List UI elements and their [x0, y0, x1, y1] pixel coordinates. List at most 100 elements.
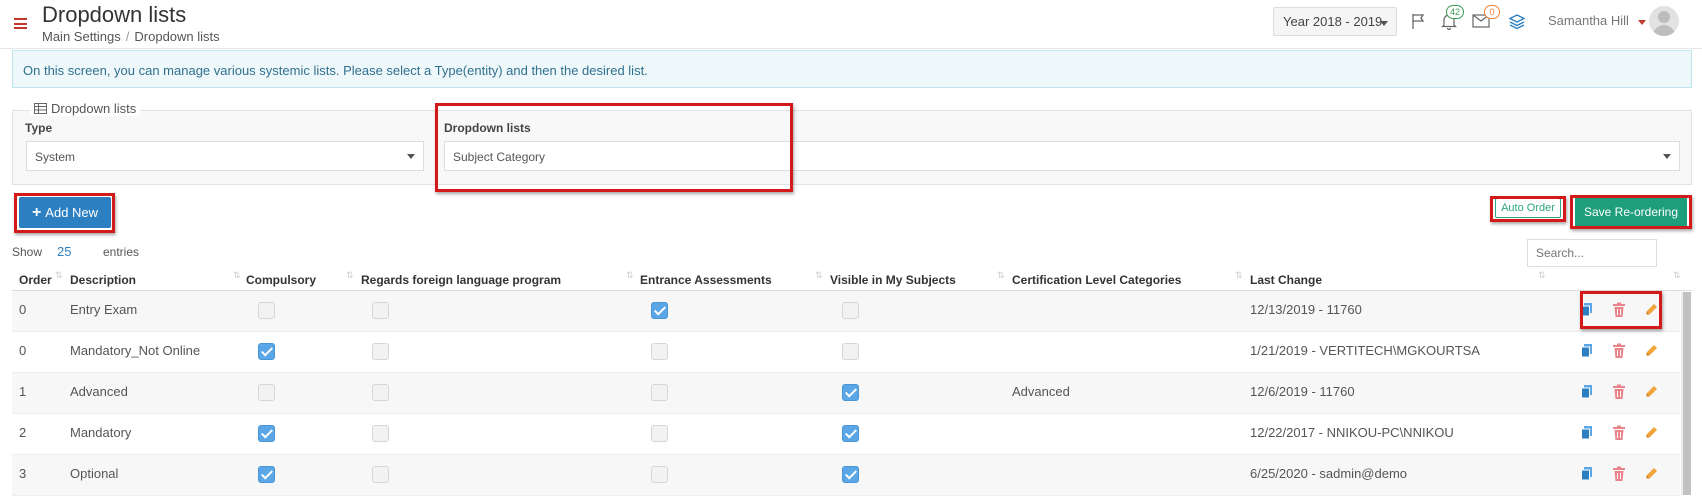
menu-toggle-icon[interactable] [14, 18, 27, 29]
checkbox-compulsory[interactable] [258, 384, 275, 401]
cell-last-change: 12/13/2019 - 11760 [1250, 302, 1362, 317]
user-name[interactable]: Samantha Hill [1548, 13, 1629, 28]
cell-description: Advanced [70, 384, 128, 399]
cell-order: 1 [19, 384, 27, 399]
cell-last-change: 12/22/2017 - NNIKOU-PC\NNIKOU [1250, 425, 1454, 440]
edit-icon[interactable] [1644, 302, 1658, 318]
sort-icon[interactable]: ⇅ [1235, 270, 1242, 281]
auto-order-button[interactable]: Auto Order [1495, 198, 1561, 218]
table-scrollbar[interactable] [1681, 292, 1691, 495]
search-input[interactable] [1527, 239, 1657, 267]
year-select[interactable]: Year 2018 - 2019 [1273, 7, 1397, 36]
column-header-compulsory[interactable]: Compulsory [246, 273, 316, 287]
checkbox-entrance[interactable] [651, 343, 668, 360]
sort-icon[interactable]: ⇅ [1538, 270, 1545, 281]
delete-icon[interactable] [1612, 466, 1626, 482]
cell-description: Entry Exam [70, 302, 138, 317]
checkbox-compulsory[interactable] [258, 302, 275, 319]
checkbox-foreign[interactable] [372, 466, 389, 483]
chevron-down-icon [407, 154, 415, 159]
table-row[interactable]: 3 Optional 6/25/2020 - sadmin@demo [12, 455, 1680, 496]
add-new-button[interactable]: + Add New [19, 197, 111, 228]
table-row[interactable]: 0 Entry Exam 12/13/2019 - 11760 [12, 291, 1680, 332]
breadcrumb: Main Settings / Dropdown lists [42, 29, 220, 44]
dropdown-list-select-value: Subject Category [453, 150, 546, 164]
delete-icon[interactable] [1612, 302, 1626, 318]
sort-icon[interactable]: ⇅ [626, 270, 633, 281]
cell-order: 2 [19, 425, 27, 440]
sort-icon[interactable]: ⇅ [55, 270, 62, 281]
checkbox-visible[interactable] [842, 343, 859, 360]
entries-label: entries [103, 245, 140, 259]
layers-icon[interactable] [1508, 12, 1526, 33]
cell-order: 0 [19, 302, 27, 317]
year-select-value: Year 2018 - 2019 [1283, 14, 1383, 29]
cell-last-change: 1/21/2019 - VERTITECH\MGKOURTSA [1250, 343, 1480, 358]
dropdown-list-select[interactable]: Subject Category [444, 141, 1680, 171]
show-label: Show [12, 245, 43, 259]
info-alert: On this screen, you can manage various s… [12, 50, 1692, 88]
page-size-select[interactable]: 25 [57, 244, 71, 259]
copy-icon[interactable] [1580, 384, 1594, 400]
copy-icon[interactable] [1580, 302, 1594, 318]
cell-description: Optional [70, 466, 119, 481]
plus-icon: + [31, 203, 42, 221]
column-header-description[interactable]: Description [70, 273, 136, 287]
checkbox-compulsory[interactable] [258, 425, 275, 442]
filter-legend: Dropdown lists [30, 101, 141, 116]
add-new-label: Add New [45, 205, 99, 220]
dropdown-list-label: Dropdown lists [444, 121, 531, 135]
checkbox-visible[interactable] [842, 466, 859, 483]
cell-description: Mandatory [70, 425, 132, 440]
checkbox-entrance[interactable] [651, 302, 668, 319]
checkbox-foreign[interactable] [372, 425, 389, 442]
column-header-last-change[interactable]: Last Change [1250, 273, 1322, 287]
breadcrumb-main-settings[interactable]: Main Settings [42, 29, 121, 44]
checkbox-compulsory[interactable] [258, 343, 275, 360]
column-header-certification-level[interactable]: Certification Level Categories [1012, 273, 1181, 287]
edit-icon[interactable] [1644, 425, 1658, 441]
edit-icon[interactable] [1644, 343, 1658, 359]
avatar[interactable] [1649, 6, 1679, 36]
edit-icon[interactable] [1644, 384, 1658, 400]
cell-last-change: 6/25/2020 - sadmin@demo [1250, 466, 1408, 481]
checkbox-entrance[interactable] [651, 384, 668, 401]
checkbox-foreign[interactable] [372, 384, 389, 401]
table-row[interactable]: 0 Mandatory_Not Online 1/21/2019 - VERTITE… [12, 332, 1680, 373]
checkbox-compulsory[interactable] [258, 466, 275, 483]
sort-icon[interactable]: ⇅ [815, 270, 822, 281]
type-select[interactable]: System [26, 141, 424, 171]
chevron-down-icon [1380, 21, 1388, 26]
sort-icon[interactable]: ⇅ [346, 270, 353, 281]
column-header-entrance-assessments[interactable]: Entrance Assessments [640, 273, 772, 287]
save-reordering-button[interactable]: Save Re-ordering [1575, 197, 1687, 227]
delete-icon[interactable] [1612, 343, 1626, 359]
column-header-foreign-language[interactable]: Regards foreign language program [361, 273, 561, 287]
checkbox-foreign[interactable] [372, 343, 389, 360]
scrollbar-thumb[interactable] [1683, 292, 1691, 495]
copy-icon[interactable] [1580, 343, 1594, 359]
checkbox-entrance[interactable] [651, 466, 668, 483]
type-select-value: System [35, 150, 76, 164]
sort-icon[interactable]: ⇅ [1673, 270, 1680, 281]
flag-icon[interactable] [1410, 12, 1428, 33]
sort-icon[interactable]: ⇅ [997, 270, 1004, 281]
checkbox-foreign[interactable] [372, 302, 389, 319]
delete-icon[interactable] [1612, 425, 1626, 441]
table-row[interactable]: 2 Mandatory 12/22/2017 - NNIKOU-PC\NNIKOU [12, 414, 1680, 455]
checkbox-entrance[interactable] [651, 425, 668, 442]
copy-icon[interactable] [1580, 425, 1594, 441]
copy-icon[interactable] [1580, 466, 1594, 482]
checkbox-visible[interactable] [842, 425, 859, 442]
checkbox-visible[interactable] [842, 384, 859, 401]
checkbox-visible[interactable] [842, 302, 859, 319]
sort-icon[interactable]: ⇅ [233, 270, 240, 281]
table-icon [34, 103, 47, 114]
column-header-order[interactable]: Order [19, 273, 52, 287]
user-menu-caret-icon[interactable] [1638, 20, 1646, 25]
table-row[interactable]: 1 Advanced Advanced 12/6/2019 - 11760 [12, 373, 1680, 414]
breadcrumb-separator: / [125, 29, 130, 44]
column-header-visible-my-subjects[interactable]: Visible in My Subjects [830, 273, 956, 287]
edit-icon[interactable] [1644, 466, 1658, 482]
delete-icon[interactable] [1612, 384, 1626, 400]
